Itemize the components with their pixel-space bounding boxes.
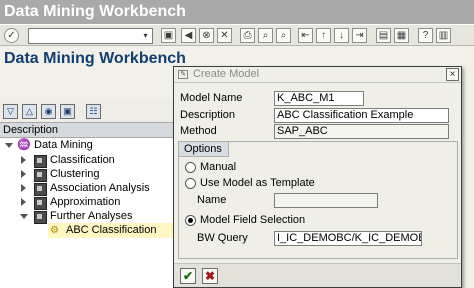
expand-icon[interactable]: △ xyxy=(22,104,37,119)
window-title: Data Mining Workbench xyxy=(4,3,186,20)
find-icon[interactable]: ⌕ xyxy=(258,28,273,43)
hierarchy-icon[interactable]: ☷ xyxy=(86,104,101,119)
expand-arrow-icon[interactable] xyxy=(21,198,26,206)
tree-node-classification[interactable]: Classification xyxy=(0,153,176,168)
expand-arrow-icon[interactable] xyxy=(21,184,26,192)
model-name-field[interactable]: K_ABC_M1 xyxy=(274,91,364,106)
tree-column-header: Description xyxy=(0,122,176,138)
template-radio[interactable] xyxy=(185,178,196,189)
expand-arrow-icon[interactable] xyxy=(21,156,26,164)
folder-icon xyxy=(34,211,47,224)
description-label: Description xyxy=(180,109,236,121)
tree-node-label: ABC Classification xyxy=(66,224,157,236)
tree-node-label: Approximation xyxy=(50,196,121,208)
save-icon[interactable]: ▣ xyxy=(161,28,176,43)
close-icon[interactable]: × xyxy=(446,68,459,81)
tree-node-clustering[interactable]: Clustering xyxy=(0,167,176,182)
dialog-title-bar: ✎ Create Model × xyxy=(174,67,461,83)
template-label: Use Model as Template xyxy=(200,177,315,189)
method-label: Method xyxy=(180,125,217,137)
back-icon[interactable]: ◀ xyxy=(181,28,196,43)
tree-node-association-analysis[interactable]: Association Analysis xyxy=(0,181,176,196)
method-field[interactable]: SAP_ABC xyxy=(274,124,449,139)
description-field[interactable]: ABC Classification Example xyxy=(274,108,449,123)
window-title-bar: Data Mining Workbench xyxy=(0,0,474,24)
shortcut-icon[interactable]: ▦ xyxy=(394,28,409,43)
collapse-arrow-icon[interactable] xyxy=(5,143,13,148)
tree-node-root[interactable]: ♒ Data Mining xyxy=(0,138,176,153)
check-icon[interactable]: ✓ xyxy=(4,28,19,43)
edit-icon: ✎ xyxy=(178,70,188,79)
page-title: Data Mining Workbench xyxy=(4,50,186,67)
tree-node-abc-classification[interactable]: ⚙ ABC Classification xyxy=(48,223,176,238)
confirm-button[interactable]: ✔ xyxy=(180,268,196,284)
field-selection-label: Model Field Selection xyxy=(200,214,306,226)
customize-icon[interactable]: ▥ xyxy=(436,28,451,43)
find-next-icon[interactable]: ⌕ xyxy=(276,28,291,43)
manual-radio[interactable] xyxy=(185,162,196,173)
tree-node-label: Clustering xyxy=(50,168,100,180)
create-model-dialog: ✎ Create Model × Model Name K_ABC_M1 Des… xyxy=(173,66,462,288)
last-page-icon[interactable]: ⇥ xyxy=(352,28,367,43)
options-group: Options Manual Use Model as Template Nam… xyxy=(178,141,458,259)
model-name-label: Model Name xyxy=(180,92,243,104)
options-label: Options xyxy=(179,142,229,157)
next-page-icon[interactable]: ↓ xyxy=(334,28,349,43)
new-session-icon[interactable]: ▤ xyxy=(376,28,391,43)
template-name-field[interactable] xyxy=(274,193,378,208)
prev-page-icon[interactable]: ↑ xyxy=(316,28,331,43)
collapse-icon[interactable]: ▽ xyxy=(3,104,18,119)
tree-header-label: Description xyxy=(3,124,59,136)
command-field[interactable]: ▾ xyxy=(28,28,153,44)
refresh-icon[interactable]: ◉ xyxy=(41,104,56,119)
tree-node-label: Association Analysis xyxy=(50,182,150,194)
bw-query-field[interactable]: I_IC_DEMOBC/K_IC_DEMOBC_1 xyxy=(274,231,422,246)
cancel-button[interactable]: ✖ xyxy=(202,268,218,284)
print-icon[interactable]: ⎙ xyxy=(240,28,255,43)
tree-toolbar: ▽ △ ◉ ▣ ☷ xyxy=(0,100,176,122)
dialog-title: Create Model xyxy=(193,68,260,80)
name-label: Name xyxy=(197,194,227,206)
model-icon: ⚙ xyxy=(50,225,59,236)
bw-query-label: BW Query xyxy=(197,232,248,244)
help-icon[interactable]: ? xyxy=(418,28,433,43)
tree-node-label: Classification xyxy=(50,154,115,166)
tree-node-approximation[interactable]: Approximation xyxy=(0,195,176,210)
model-tree: ♒ Data Mining Classification Clustering … xyxy=(0,138,176,288)
tree-node-further-analyses[interactable]: Further Analyses xyxy=(0,209,176,224)
dialog-footer: ✔ ✖ xyxy=(174,263,461,287)
tree-node-label: Data Mining xyxy=(34,139,93,151)
cancel-icon[interactable]: ✕ xyxy=(217,28,232,43)
manual-label: Manual xyxy=(200,161,237,173)
settings-icon[interactable]: ▣ xyxy=(60,104,75,119)
expand-arrow-icon[interactable] xyxy=(21,170,26,178)
system-toolbar: ✓ ▾ ▣ ◀ ⊗ ✕ ⎙ ⌕ ⌕ ⇤ ↑ ↓ ⇥ ▤ ▦ ? ▥ xyxy=(0,24,474,46)
tree-node-label: Further Analyses xyxy=(50,210,133,222)
collapse-arrow-icon[interactable] xyxy=(20,214,28,219)
field-selection-radio[interactable] xyxy=(185,215,196,226)
exit-icon[interactable]: ⊗ xyxy=(199,28,214,43)
mining-icon: ♒ xyxy=(17,139,31,151)
command-field-dropdown-icon[interactable]: ▾ xyxy=(140,30,151,42)
first-page-icon[interactable]: ⇤ xyxy=(298,28,313,43)
